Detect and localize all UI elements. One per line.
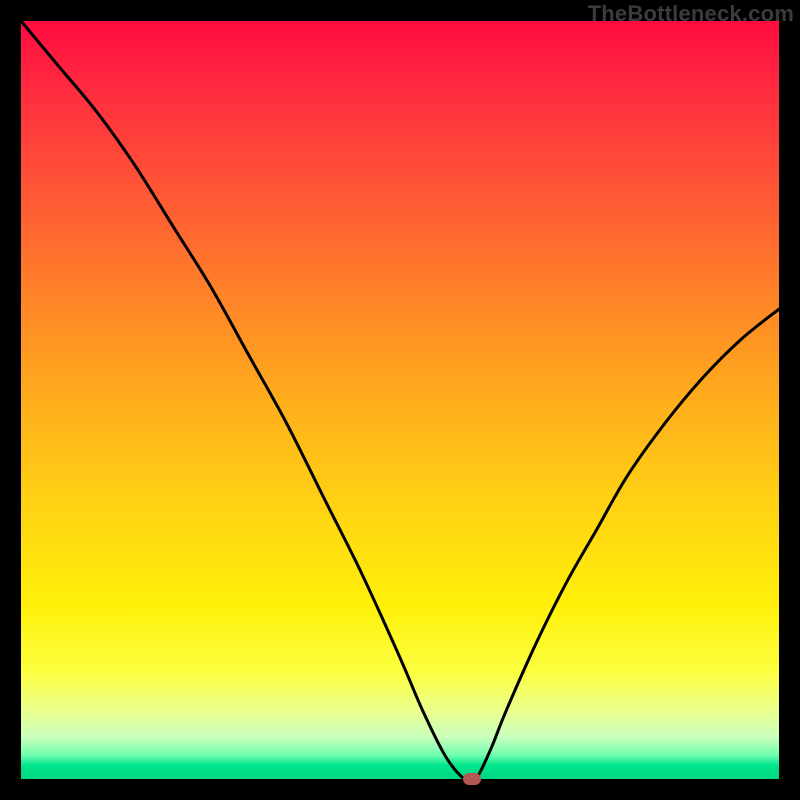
plot-area (21, 21, 779, 779)
bottleneck-curve (21, 21, 779, 779)
chart-frame: TheBottleneck.com (0, 0, 800, 800)
watermark-text: TheBottleneck.com (588, 1, 794, 27)
optimum-marker (463, 773, 481, 785)
